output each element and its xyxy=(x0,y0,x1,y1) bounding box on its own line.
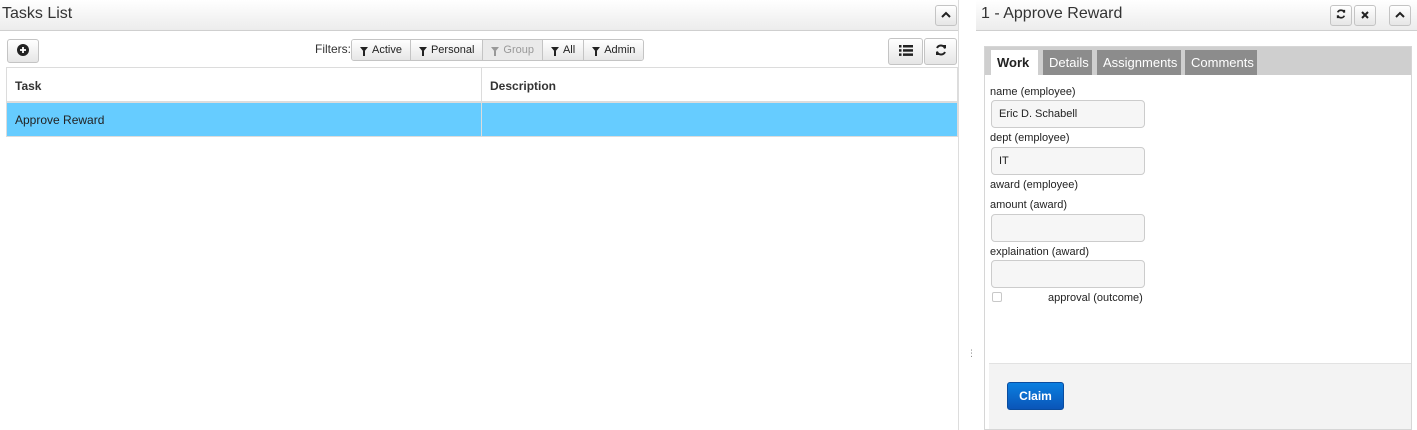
table-header: Task Description xyxy=(7,68,957,103)
dept-field[interactable]: IT xyxy=(991,147,1145,175)
explaination-field[interactable] xyxy=(991,260,1145,288)
task-detail-title: 1 - Approve Reward xyxy=(981,5,1123,22)
collapse-task-button[interactable] xyxy=(1389,5,1411,26)
collapse-tasks-button[interactable] xyxy=(935,5,957,26)
tab-assignments[interactable]: Assignments xyxy=(1097,50,1181,75)
close-icon xyxy=(1361,10,1369,22)
amount-label: amount (award) xyxy=(990,199,1068,211)
filter-icon xyxy=(491,47,500,56)
filter-admin-label: Admin xyxy=(604,44,636,56)
description-cell xyxy=(482,103,957,136)
list-icon xyxy=(898,44,913,59)
filter-group-label: Group xyxy=(503,44,534,56)
task-cell: Approve Reward xyxy=(7,103,482,136)
tasks-list-panel: Tasks List Filters: Active Personal Grou… xyxy=(0,0,959,430)
filter-personal-button[interactable]: Personal xyxy=(410,40,484,60)
chevron-up-icon xyxy=(1395,10,1405,22)
filter-active-button[interactable]: Active xyxy=(352,40,411,60)
amount-field[interactable] xyxy=(991,214,1145,242)
column-header-description[interactable]: Description xyxy=(482,68,957,101)
task-actions-bar: Claim xyxy=(989,363,1411,429)
filter-active-label: Active xyxy=(372,44,402,56)
approval-label: approval (outcome) xyxy=(1048,292,1143,304)
filters-label: Filters: xyxy=(315,42,351,56)
tab-comments[interactable]: Comments xyxy=(1185,50,1257,75)
task-detail-panel: 1 - Approve Reward Work Details Assignme… xyxy=(976,0,1417,430)
filter-icon xyxy=(592,47,601,56)
tasks-list-header: Tasks List xyxy=(0,0,958,31)
tasks-list-title: Tasks List xyxy=(2,5,73,22)
column-header-task[interactable]: Task xyxy=(7,68,482,101)
table-row[interactable]: Approve Reward xyxy=(7,103,957,136)
approval-checkbox[interactable] xyxy=(992,292,1002,302)
column-picker-button[interactable] xyxy=(888,38,923,65)
award-label: award (employee) xyxy=(990,179,1079,191)
refresh-icon xyxy=(1336,9,1346,22)
filter-icon xyxy=(360,47,368,56)
filter-icon xyxy=(550,47,559,56)
splitter-handle[interactable]: ⋮ xyxy=(967,349,976,361)
refresh-icon xyxy=(935,44,947,59)
filter-all-button[interactable]: All xyxy=(542,40,585,60)
name-field[interactable]: Eric D. Schabell xyxy=(991,100,1145,128)
tasks-table: Task Description Approve Reward xyxy=(6,67,958,137)
filter-admin-button[interactable]: Admin xyxy=(584,40,644,60)
claim-button[interactable]: Claim xyxy=(1007,382,1064,410)
refresh-task-button[interactable] xyxy=(1330,5,1352,26)
chevron-up-icon xyxy=(941,10,951,22)
add-task-button[interactable] xyxy=(7,39,39,63)
explaination-label: explaination (award) xyxy=(990,246,1090,258)
filter-personal-label: Personal xyxy=(430,44,475,56)
filter-all-label: All xyxy=(562,44,576,56)
task-tab-container: Work Details Assignments Comments name (… xyxy=(984,46,1412,430)
task-detail-header: 1 - Approve Reward xyxy=(976,0,1417,31)
tab-strip: Work Details Assignments Comments xyxy=(985,47,1411,75)
filter-icon xyxy=(418,47,427,56)
filter-button-group: Active Personal Group All Admin xyxy=(351,39,645,61)
plus-circle-icon xyxy=(17,43,29,59)
close-task-button[interactable] xyxy=(1354,5,1376,26)
refresh-tasks-button[interactable] xyxy=(924,38,957,65)
name-label: name (employee) xyxy=(990,86,1076,98)
dept-label: dept (employee) xyxy=(990,132,1070,144)
tab-details[interactable]: Details xyxy=(1043,50,1092,75)
filter-group-button[interactable]: Group xyxy=(483,40,543,60)
tab-work[interactable]: Work xyxy=(991,50,1038,75)
